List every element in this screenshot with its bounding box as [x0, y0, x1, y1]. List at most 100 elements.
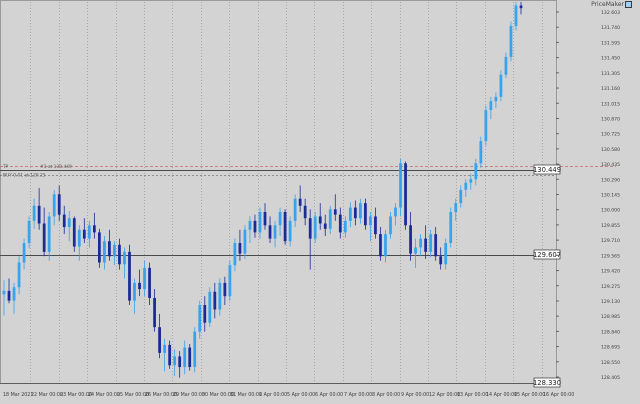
chart-window[interactable]: 130.449 129.607 128.330 132.603 131.740 131.…: [0, 0, 640, 400]
candle-body: [133, 282, 136, 301]
candle-body: [47, 216, 51, 252]
candle-body: [328, 209, 332, 229]
candle-body: [17, 262, 21, 288]
candle-body: [32, 205, 36, 221]
candle-body: [414, 247, 417, 254]
candle-body: [233, 243, 237, 266]
candle-body: [459, 189, 463, 204]
candle-body: [213, 291, 217, 310]
candle-body: [479, 141, 483, 164]
y-tick-label: 131.305: [601, 71, 620, 77]
candle-body: [303, 205, 307, 219]
x-tick-label: 15 Apr 00:00: [514, 392, 545, 398]
bull-candle: [313, 211, 317, 244]
bull-candle: [193, 327, 197, 373]
candle-body: [464, 182, 468, 190]
x-tick-label: 9 Apr 00:00: [401, 392, 429, 398]
candle-body: [298, 198, 302, 206]
y-tick-label: 130.870: [601, 116, 620, 122]
candle-body: [404, 163, 407, 226]
y-tick-label: 130.725: [601, 132, 620, 138]
y-tick-label: 130.000: [601, 208, 620, 214]
candle-body: [439, 256, 443, 265]
x-tick-label: 24 Mar 00:00: [88, 392, 120, 398]
candle-body: [379, 234, 382, 257]
y-tick-label: 130.435: [601, 162, 620, 168]
candle-body: [87, 225, 91, 239]
candle-body: [163, 344, 167, 353]
candle-body: [243, 229, 247, 254]
candle-body: [92, 225, 96, 233]
candle-body: [369, 216, 372, 226]
x-tick-label: 29 Mar 00:00: [173, 392, 205, 398]
candle-body: [178, 356, 182, 368]
candle-body: [153, 297, 156, 328]
candle-body: [313, 216, 317, 239]
candle-body: [173, 356, 177, 366]
y-tick-label: 128.405: [601, 375, 620, 381]
y-tick-label: 130.290: [601, 177, 620, 183]
bull-candle: [499, 70, 503, 102]
candle-body: [283, 211, 287, 242]
y-tick-label: 128.985: [601, 314, 620, 320]
bull-candle: [228, 260, 232, 301]
candle-body: [514, 5, 518, 26]
candle-body: [138, 282, 141, 290]
candle-body: [499, 74, 503, 97]
candle-body: [338, 214, 342, 233]
candle-body: [409, 225, 412, 254]
candle-body: [429, 234, 433, 252]
candle-body: [343, 220, 347, 233]
candle-body: [454, 203, 458, 212]
candle-body: [62, 214, 66, 228]
x-tick-label: 13 Apr 00:00: [457, 392, 488, 398]
candle-body: [143, 267, 146, 290]
y-tick-label: 129.420: [601, 269, 620, 275]
candle-body: [37, 205, 41, 224]
candle-body: [42, 223, 46, 252]
price-chart[interactable]: 130.449 129.607 128.330 132.603 131.740 131.…: [0, 0, 640, 400]
candle-body: [168, 344, 172, 366]
y-tick-label: 131.015: [601, 101, 620, 107]
x-tick-label: 12 Apr 00:00: [429, 392, 460, 398]
candle-body: [364, 203, 367, 226]
y-tick-label: 132.603: [601, 10, 620, 16]
time-axis: 18 Mar 202122 Mar 00:0023 Mar 00:0024 Ma…: [3, 392, 574, 398]
candle-body: [348, 207, 352, 221]
candle-body: [333, 209, 337, 215]
candle-body: [484, 110, 488, 142]
bull-candle: [208, 287, 212, 328]
candle-body: [248, 220, 252, 230]
y-tick-label: 128.550: [601, 360, 620, 366]
candle-body: [228, 265, 232, 297]
candle-body: [449, 211, 453, 244]
candle-body: [198, 305, 202, 332]
candle-body: [444, 243, 448, 265]
brand-label: PriceMaker: [591, 1, 624, 8]
bear-candle: [188, 344, 192, 371]
candle-body: [509, 25, 513, 57]
order-label: BUY 0.01 at 129.25: [3, 173, 46, 179]
candle-body: [223, 282, 227, 297]
bear-candle: [364, 198, 367, 230]
bear-candle: [283, 209, 287, 245]
candle-body: [82, 229, 86, 239]
candle-body: [358, 203, 362, 219]
price-label-box: 128.330: [533, 377, 561, 388]
candle-body: [288, 220, 292, 242]
price-label-text: 130.449: [533, 166, 561, 174]
candle-body: [273, 225, 277, 239]
bull-candle: [484, 105, 488, 146]
y-tick-label: 129.275: [601, 284, 620, 290]
x-tick-label: 7 Apr 00:00: [344, 392, 372, 398]
candle-body: [374, 216, 377, 235]
x-tick-label: 14 Apr 00:00: [486, 392, 517, 398]
candle-body: [188, 347, 192, 368]
candle-body: [424, 238, 428, 252]
bull-candle: [479, 136, 483, 168]
bear-candle: [404, 161, 407, 230]
price-label-box: 129.607: [533, 249, 561, 260]
y-tick-label: 131.160: [601, 86, 620, 92]
candle-body: [52, 194, 56, 217]
candle-body: [218, 282, 222, 310]
